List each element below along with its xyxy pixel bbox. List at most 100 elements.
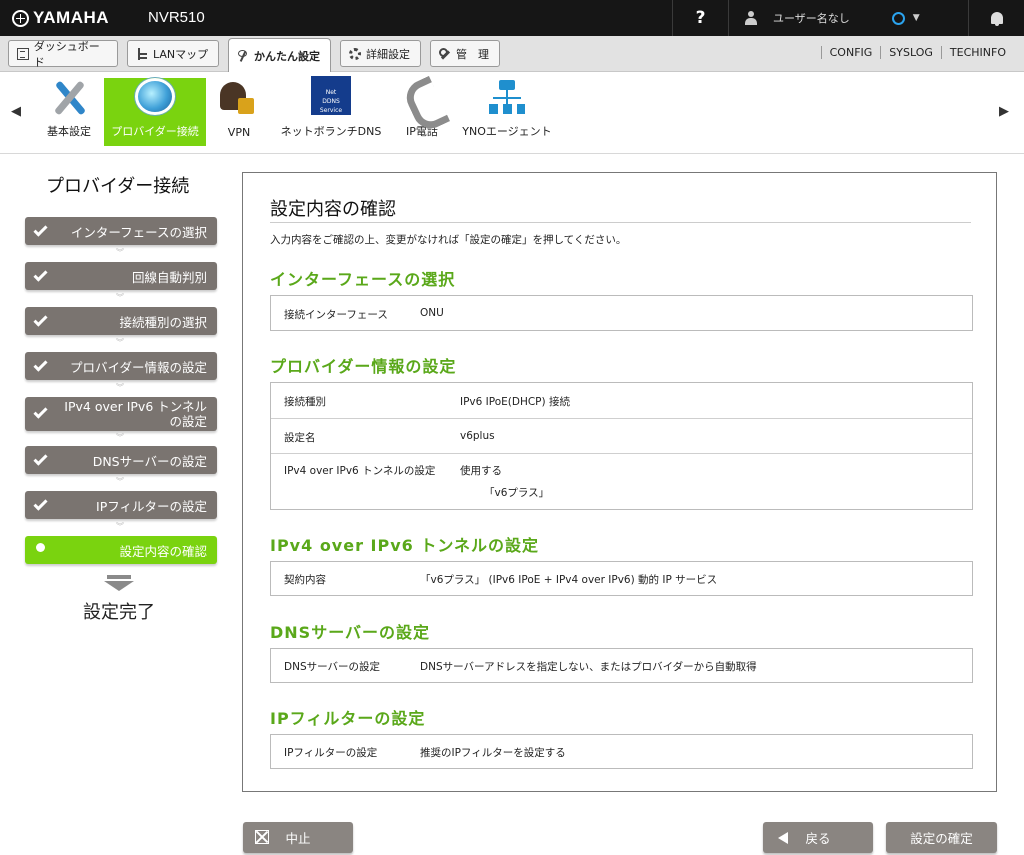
help-button[interactable]: ?: [672, 0, 728, 36]
phone-icon: [402, 78, 442, 115]
config-link[interactable]: CONFIG: [820, 46, 881, 59]
tab-easy-setup[interactable]: かんたん設定: [228, 38, 331, 72]
confirmation-panel: 設定内容の確認 入力内容をご確認の上、変更がなければ「設定の確定」を押してくださ…: [242, 172, 997, 792]
section-heading: インターフェースの選択: [270, 270, 456, 289]
service-label: プロバイダー接続: [111, 125, 199, 138]
row-value-detail: 「v6プラス」: [484, 487, 550, 499]
step-label: 設定内容の確認: [119, 543, 207, 559]
summary-table: 接続インターフェース ONU: [270, 295, 973, 331]
check-icon: [33, 312, 48, 327]
yamaha-tuning-fork-icon: [12, 9, 29, 27]
tools-icon: [49, 78, 89, 115]
service-label: YNOエージェント: [462, 125, 552, 138]
service-label: VPN: [227, 126, 251, 139]
check-icon: [33, 496, 48, 511]
completion-label: 設定完了: [83, 602, 155, 623]
ddns-icon-text: Net: [325, 89, 337, 96]
row-value: 使用する: [460, 465, 502, 477]
user-menu[interactable]: ユーザー名なし ▼: [728, 0, 968, 36]
ddns-icon-text: DDNS: [322, 98, 340, 105]
step-label-line1: IPv4 over IPv6 トンネル: [64, 399, 207, 414]
notification-button[interactable]: [968, 0, 1024, 36]
wizard-step[interactable]: IPフィルターの設定: [25, 491, 217, 519]
service-icon-strip: ◀ 基本設定 プロバイダー接続 VPN Net DDNS Service ネット…: [0, 72, 1024, 154]
row-key: IPv4 over IPv6 トンネルの設定: [284, 465, 436, 477]
service-netvolante-dns[interactable]: Net DDNS Service ネットボランチDNS: [276, 76, 386, 146]
current-step-dot-icon: [36, 543, 45, 552]
scroll-left-button[interactable]: ◀: [11, 104, 21, 119]
scroll-right-button[interactable]: ▶: [999, 104, 1009, 119]
wizard-step-current[interactable]: 設定内容の確認: [25, 536, 217, 564]
row-value: 「v6プラス」 (IPv6 IPoE + IPv4 over IPv6) 動的 …: [420, 574, 718, 586]
step-label: インターフェースの選択: [70, 224, 207, 240]
device-model: NVR510: [148, 9, 205, 26]
row-value: ONU: [420, 307, 444, 319]
divider: [270, 222, 971, 223]
check-icon: [33, 222, 48, 237]
summary-row: 接続インターフェース ONU: [271, 296, 972, 330]
step-label: プロバイダー情報の設定: [69, 359, 207, 375]
tab-dashboard[interactable]: ダッシュボード: [8, 39, 118, 69]
check-icon: [33, 404, 48, 419]
tab-management[interactable]: 管 理: [430, 40, 500, 67]
tab-lan-map[interactable]: LANマップ: [127, 40, 219, 67]
step-label: 接続種別の選択: [119, 314, 207, 330]
tab-label: ダッシュボード: [33, 39, 100, 69]
wizard-step[interactable]: 回線自動判別: [25, 262, 217, 290]
service-yno-agent[interactable]: YNOエージェント: [458, 78, 556, 146]
service-provider-connection[interactable]: プロバイダー接続: [104, 78, 206, 146]
wand-icon: [237, 49, 249, 62]
service-ip-phone[interactable]: IP電話: [398, 78, 446, 146]
user-name: ユーザー名なし: [773, 12, 850, 25]
status-ring-icon: [891, 11, 905, 25]
chevron-down-icon: ︾: [116, 248, 124, 257]
wizard-step[interactable]: インターフェースの選択: [25, 217, 217, 245]
chevron-down-icon: ▼: [912, 13, 920, 23]
tab-advanced-settings[interactable]: 詳細設定: [340, 40, 421, 67]
main-tab-bar: ダッシュボード LANマップ かんたん設定 詳細設定 管 理 CONFIG SY…: [0, 36, 1024, 72]
top-bar-controls: ? ユーザー名なし ▼: [672, 0, 1024, 36]
service-label: ネットボランチDNS: [280, 125, 382, 138]
step-label: 回線自動判別: [131, 269, 207, 285]
tab-label: 管 理: [456, 47, 489, 61]
summary-table: DNSサーバーの設定 DNSサーバーアドレスを指定しない、またはプロバイダーから…: [270, 648, 973, 683]
wrench-icon: [439, 47, 451, 60]
service-basic-settings[interactable]: 基本設定: [40, 78, 98, 146]
row-value: DNSサーバーアドレスを指定しない、またはプロバイダーから自動取得: [420, 661, 757, 673]
wizard-step[interactable]: プロバイダー情報の設定: [25, 352, 217, 380]
arrow-down-icon: [104, 575, 134, 591]
utility-links: CONFIG SYSLOG TECHINFO: [820, 46, 1014, 59]
wizard-step[interactable]: IPv4 over IPv6 トンネル の設定: [25, 397, 217, 431]
service-vpn[interactable]: VPN: [215, 78, 263, 146]
top-bar: YAMAHA NVR510 ? ユーザー名なし ▼: [0, 0, 1024, 36]
close-box-icon: [255, 830, 269, 844]
button-label: 設定の確定: [910, 831, 973, 846]
tab-label: かんたん設定: [254, 49, 320, 63]
row-value: v6plus: [460, 430, 495, 442]
summary-row: DNSサーバーの設定 DNSサーバーアドレスを指定しない、またはプロバイダーから…: [271, 649, 972, 682]
wizard-step[interactable]: 接続種別の選択: [25, 307, 217, 335]
check-icon: [33, 357, 48, 372]
lock-icon: [220, 78, 258, 118]
summary-row: IPフィルターの設定 推奨のIPフィルターを設定する: [271, 735, 972, 768]
row-value: 推奨のIPフィルターを設定する: [420, 747, 566, 759]
back-button[interactable]: 戻る: [763, 822, 873, 853]
summary-table: IPフィルターの設定 推奨のIPフィルターを設定する: [270, 734, 973, 769]
row-key: 契約内容: [284, 574, 326, 586]
chevron-down-icon: ︾: [116, 338, 124, 347]
cancel-button[interactable]: 中止: [243, 822, 353, 853]
globe-icon: [135, 78, 175, 115]
summary-table: 契約内容 「v6プラス」 (IPv6 IPoE + IPv4 over IPv6…: [270, 561, 973, 596]
brand-logo[interactable]: YAMAHA: [12, 8, 109, 28]
ddns-icon-text: Service: [319, 107, 343, 114]
section-heading: プロバイダー情報の設定: [270, 357, 457, 376]
confirm-settings-button[interactable]: 設定の確定: [886, 822, 997, 853]
techinfo-link[interactable]: TECHINFO: [940, 46, 1014, 59]
gear-icon: [349, 47, 361, 60]
section-heading: IPフィルターの設定: [270, 709, 426, 728]
dashboard-icon: [17, 47, 29, 60]
section-heading: IPv4 over IPv6 トンネルの設定: [270, 536, 540, 555]
button-label: 戻る: [805, 831, 831, 846]
syslog-link[interactable]: SYSLOG: [880, 46, 941, 59]
wizard-step[interactable]: DNSサーバーの設定: [25, 446, 217, 474]
